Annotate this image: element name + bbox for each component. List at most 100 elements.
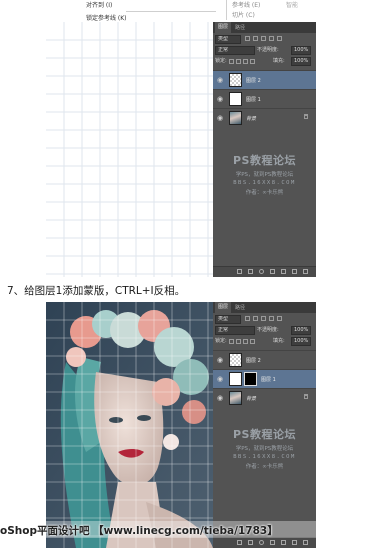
layer-thumbnail xyxy=(229,391,242,405)
lock-all-icon[interactable] xyxy=(250,339,255,344)
opacity-input[interactable]: 100% xyxy=(291,46,311,55)
panel-tabs: 图层 路径 xyxy=(213,22,316,33)
tab-paths[interactable]: 路径 xyxy=(235,24,245,31)
lock-all-icon[interactable] xyxy=(250,59,255,64)
layer-row-background[interactable]: ◉ 背景 xyxy=(213,388,316,407)
layer-name[interactable]: 背景 xyxy=(246,115,256,122)
blend-mode-select[interactable]: 正常 xyxy=(215,46,255,55)
layer-name[interactable]: 图层 1 xyxy=(246,96,261,103)
layer-row-1[interactable]: ◉ 图层 1 xyxy=(213,369,316,388)
filter-shape-icon[interactable] xyxy=(269,316,274,321)
filter-smart-icon[interactable] xyxy=(277,316,282,321)
layer-thumbnail xyxy=(229,372,242,386)
portrait-illustration xyxy=(46,302,213,548)
layer-name[interactable]: 背景 xyxy=(246,395,256,402)
tab-layers[interactable]: 图层 xyxy=(215,22,232,33)
eye-icon[interactable]: ◉ xyxy=(217,356,223,364)
new-layer-icon[interactable] xyxy=(292,540,297,545)
grid-overlay xyxy=(46,22,213,277)
blend-mode-select[interactable]: 正常 xyxy=(215,326,255,335)
fill-label: 填充: xyxy=(273,58,285,64)
layer-thumbnail xyxy=(229,111,242,125)
filter-type-icon[interactable] xyxy=(261,316,266,321)
filter-pixel-icon[interactable] xyxy=(245,36,250,41)
folder-icon[interactable] xyxy=(281,269,286,274)
lock-transparent-icon[interactable] xyxy=(229,59,234,64)
tab-layers[interactable]: 图层 xyxy=(215,302,232,313)
lock-image-icon[interactable] xyxy=(236,59,241,64)
lock-position-icon[interactable] xyxy=(243,59,248,64)
lock-transparent-icon[interactable] xyxy=(229,339,234,344)
folder-icon[interactable] xyxy=(281,540,286,545)
menu-item-smart[interactable]: 智能 xyxy=(286,0,298,9)
layers-panel: 图层 路径 类型 正常 不透明度: 100% 锁定: 填充: 100% ◉ 图层… xyxy=(213,302,316,548)
fx-icon[interactable] xyxy=(248,540,253,545)
filter-type-icon[interactable] xyxy=(261,36,266,41)
link-icon[interactable] xyxy=(237,540,242,545)
trash-icon[interactable] xyxy=(303,269,308,274)
filter-shape-icon[interactable] xyxy=(269,36,274,41)
adjustment-icon[interactable] xyxy=(270,269,275,274)
filter-kind-select[interactable]: 类型 xyxy=(215,35,241,44)
layers-panel: 图层 路径 类型 正常 不透明度: 100% 锁定: 填充: 100% ◉ 图层… xyxy=(213,22,316,277)
mask-icon[interactable] xyxy=(259,540,264,545)
fill-input[interactable]: 100% xyxy=(291,57,311,66)
fx-icon[interactable] xyxy=(248,269,253,274)
layer-row-1[interactable]: ◉ 图层 1 xyxy=(213,89,316,108)
eye-icon[interactable]: ◉ xyxy=(217,95,223,103)
menu-item-snap-to[interactable]: 对齐到 (I) xyxy=(86,0,112,9)
eye-icon[interactable]: ◉ xyxy=(217,375,223,383)
canvas-grid-white[interactable] xyxy=(46,22,213,277)
eye-icon[interactable]: ◉ xyxy=(217,76,223,84)
watermark-site: BBS.16XX8.COM xyxy=(233,180,296,186)
menu-divider xyxy=(226,0,227,20)
lock-icon xyxy=(304,394,308,399)
menu-item-slices[interactable]: 切片 (C) xyxy=(232,10,255,19)
forum-watermark: PS教程论坛 学PS，就到PS教程论坛 BBS.16XX8.COM 作者：∞卡乐… xyxy=(213,426,316,470)
eye-icon[interactable]: ◉ xyxy=(217,114,223,122)
watermark-subtitle: 学PS，就到PS教程论坛 xyxy=(235,446,294,452)
layer-name[interactable]: 图层 2 xyxy=(246,77,261,84)
photoshop-screenshot-1: 图层 路径 类型 正常 不透明度: 100% 锁定: 填充: 100% ◉ 图层… xyxy=(46,22,316,277)
layer-name[interactable]: 图层 2 xyxy=(246,357,261,364)
panel-footer xyxy=(213,266,316,277)
filter-row: 类型 xyxy=(215,35,314,44)
watermark-subtitle: 学PS，就到PS教程论坛 xyxy=(235,172,294,178)
layer-row-background[interactable]: ◉ 背景 xyxy=(213,108,316,127)
adjustment-icon[interactable] xyxy=(270,540,275,545)
new-layer-icon[interactable] xyxy=(292,269,297,274)
photoshop-screenshot-2: 图层 路径 类型 正常 不透明度: 100% 锁定: 填充: 100% ◉ 图层… xyxy=(46,302,316,548)
layer-mask-thumbnail[interactable] xyxy=(244,372,257,386)
layer-name[interactable]: 图层 1 xyxy=(261,376,276,383)
site-banner: oShop平面设计吧 【www.linecg.com/tieba/1783】 xyxy=(0,521,320,538)
eye-icon[interactable]: ◉ xyxy=(217,394,223,402)
filter-smart-icon[interactable] xyxy=(277,36,282,41)
layer-row-2[interactable]: ◉ 图层 2 xyxy=(213,70,316,89)
lock-row: 锁定: 填充: 100% xyxy=(215,337,314,346)
tab-paths[interactable]: 路径 xyxy=(235,304,245,311)
lock-image-icon[interactable] xyxy=(236,339,241,344)
filter-adjust-icon[interactable] xyxy=(253,316,258,321)
lock-position-icon[interactable] xyxy=(243,339,248,344)
filter-kind-select[interactable]: 类型 xyxy=(215,315,241,324)
watermark-site: BBS.16XX8.COM xyxy=(233,454,296,460)
mask-icon[interactable] xyxy=(259,269,264,274)
opacity-input[interactable]: 100% xyxy=(291,326,311,335)
layer-thumbnail xyxy=(229,73,242,87)
trash-icon[interactable] xyxy=(303,540,308,545)
fill-input[interactable]: 100% xyxy=(291,337,311,346)
layer-thumbnail xyxy=(229,353,242,367)
site-banner-text[interactable]: oShop平面设计吧 【www.linecg.com/tieba/1783】 xyxy=(0,523,278,538)
filter-pixel-icon[interactable] xyxy=(245,316,250,321)
menu-item-guides[interactable]: 参考线 (E) xyxy=(232,0,260,9)
opacity-label: 不透明度: xyxy=(257,47,279,53)
link-icon[interactable] xyxy=(237,269,242,274)
watermark-author: 作者：∞卡乐熊 xyxy=(245,190,284,196)
layer-row-2[interactable]: ◉ 图层 2 xyxy=(213,350,316,369)
canvas-portrait[interactable] xyxy=(46,302,213,548)
panel-tabs: 图层 路径 xyxy=(213,302,316,313)
watermark-title: PS教程论坛 xyxy=(233,428,296,441)
fill-label: 填充: xyxy=(273,338,285,344)
menu-item-lock-guides[interactable]: 锁定参考线 (K) xyxy=(86,13,127,22)
filter-adjust-icon[interactable] xyxy=(253,36,258,41)
